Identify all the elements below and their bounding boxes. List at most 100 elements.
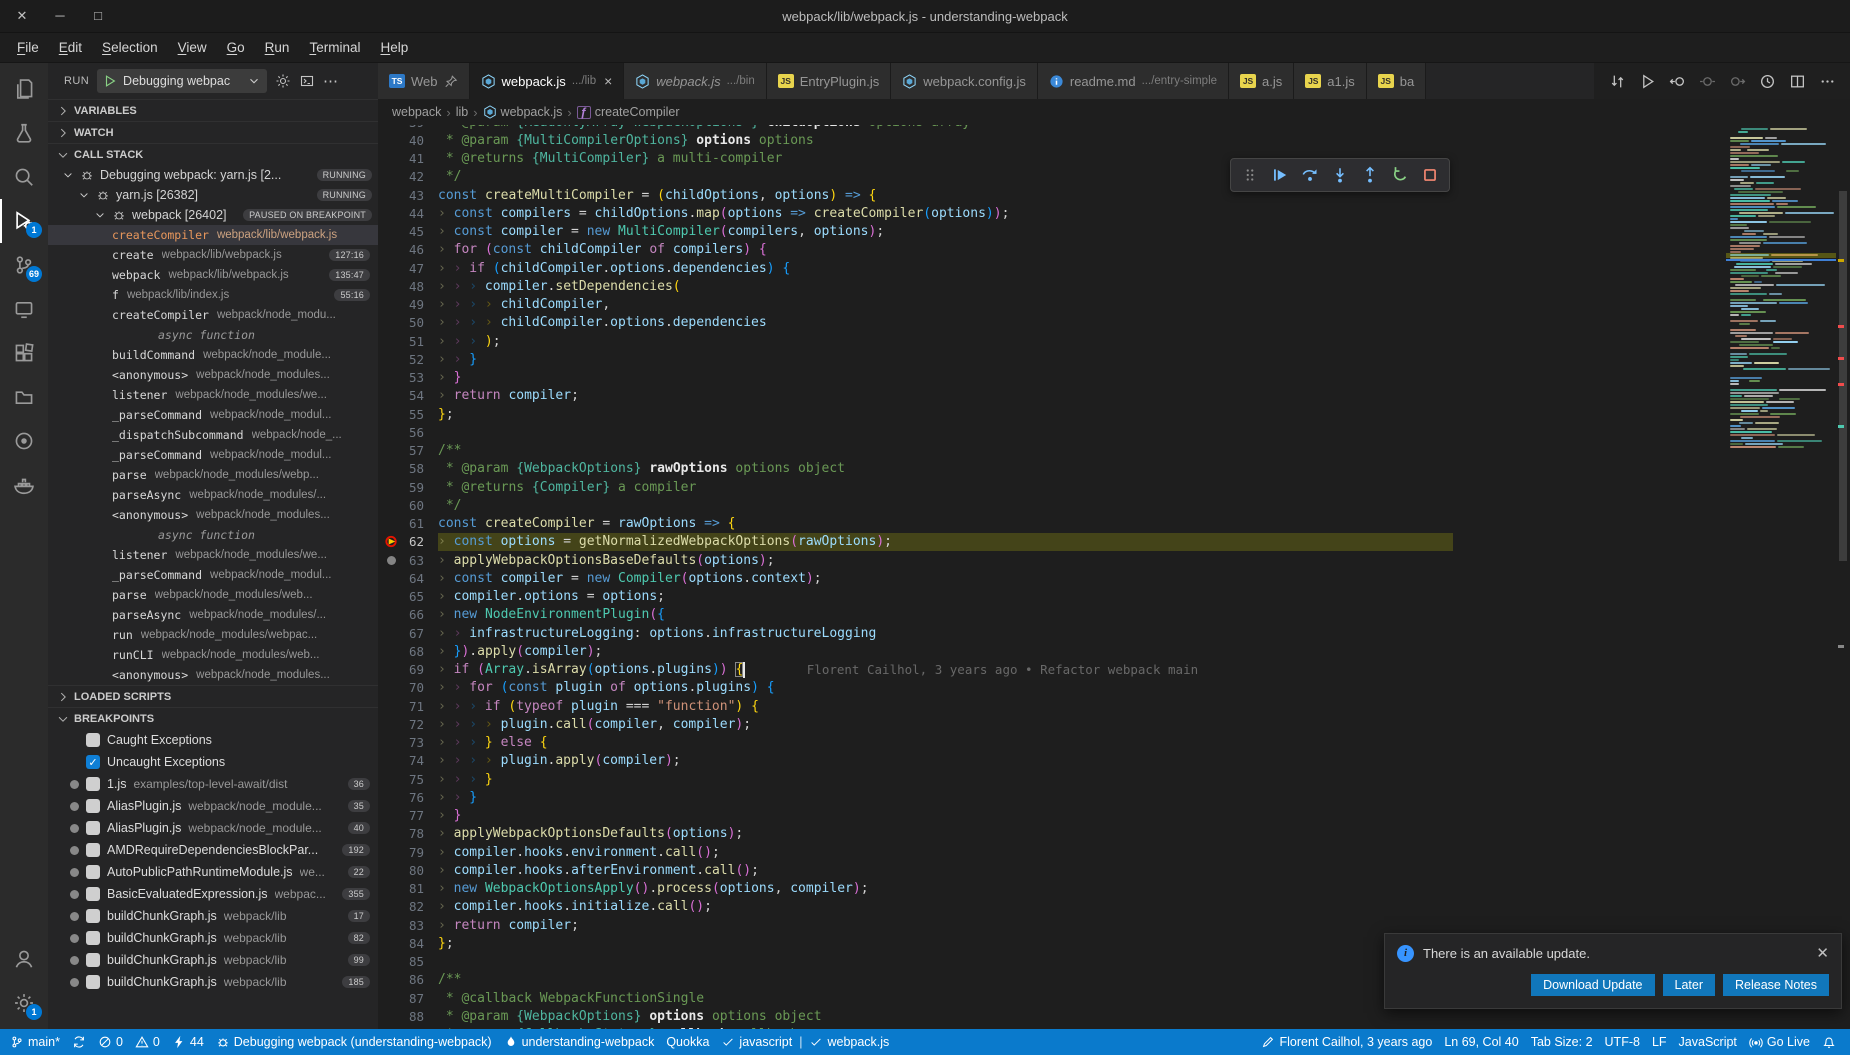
encoding-status[interactable]: UTF-8 (1599, 1029, 1646, 1055)
code-line[interactable]: 64›const compiler = new Compiler(options… (378, 569, 1726, 587)
menu-file[interactable]: File (8, 37, 48, 58)
stack-frame-row[interactable]: parsewebpack/node_modules/web... (48, 585, 378, 605)
stack-frame-row[interactable]: _parseCommandwebpack/node_modul... (48, 565, 378, 585)
activity-docker-icon[interactable] (0, 463, 48, 507)
sync-status[interactable] (66, 1029, 92, 1055)
code-line[interactable]: 78›applyWebpackOptionsDefaults(options); (378, 825, 1726, 843)
stack-frame-row[interactable]: _parseCommandwebpack/node_modul... (48, 405, 378, 425)
breadcrumb-item[interactable]: ƒcreateCompiler (577, 105, 680, 119)
debug-session-row[interactable]: yarn.js [26382]RUNNING (48, 185, 378, 205)
close-icon[interactable]: ✕ (1816, 944, 1829, 962)
code-line[interactable]: 81›new WebpackOptionsApply().process(opt… (378, 880, 1726, 898)
step-into-icon[interactable] (1325, 161, 1355, 189)
timeline-icon[interactable] (1754, 68, 1780, 94)
code-line[interactable]: 88 * @param {WebpackOptions} options opt… (378, 1007, 1726, 1025)
breakpoint-hit-icon[interactable] (378, 534, 404, 549)
code-line[interactable]: 77›} (378, 807, 1726, 825)
debug-session-row[interactable]: Debugging webpack: yarn.js [2...RUNNING (48, 165, 378, 185)
stack-frame-row[interactable]: parseAsyncwebpack/node_modules/... (48, 605, 378, 625)
code-line[interactable]: 89 * @param {Callback<Stats>=} callback … (378, 1026, 1726, 1030)
code-line[interactable]: 42 */ (378, 168, 1726, 186)
code-line[interactable]: 49››››childCompiler, (378, 296, 1726, 314)
code-line[interactable]: 68›}).apply(compiler); (378, 642, 1726, 660)
code-line[interactable]: 59 * @returns {Compiler} a compiler (378, 478, 1726, 496)
code-line[interactable]: 46›for (const childCompiler of compilers… (378, 241, 1726, 259)
code-line[interactable]: 65›compiler.options = options; (378, 588, 1726, 606)
section-breakpoints[interactable]: BREAKPOINTS (48, 707, 378, 729)
git-branch-status[interactable]: main* (4, 1029, 66, 1055)
git-blame-status[interactable]: Florent Cailhol, 3 years ago (1255, 1029, 1438, 1055)
go-live-button[interactable]: Go Live (1743, 1029, 1816, 1055)
gear-icon[interactable] (275, 73, 291, 89)
exception-breakpoint-row[interactable]: ✓Uncaught Exceptions (48, 751, 378, 773)
section-call-stack[interactable]: CALL STACK (48, 143, 378, 165)
checkbox[interactable] (86, 843, 100, 857)
code-line[interactable]: 69›if (Array.isArray(options.plugins)) {… (378, 661, 1726, 679)
step-out-icon[interactable] (1355, 161, 1385, 189)
indentation-status[interactable]: Tab Size: 2 (1525, 1029, 1599, 1055)
cursor-position[interactable]: Ln 69, Col 40 (1438, 1029, 1524, 1055)
code-line[interactable]: 48›››compiler.setDependencies( (378, 277, 1726, 295)
chevron-down-icon[interactable] (78, 189, 90, 201)
debug-session-status[interactable]: Debugging webpack (understanding-webpack… (210, 1029, 498, 1055)
activity-quokka-icon[interactable] (0, 419, 48, 463)
code-line[interactable]: 72››››plugin.call(compiler, compiler); (378, 715, 1726, 733)
code-line[interactable]: 70››for (const plugin of options.plugins… (378, 679, 1726, 697)
code-line[interactable]: 74››››plugin.apply(compiler); (378, 752, 1726, 770)
continue-icon[interactable] (1265, 161, 1295, 189)
stack-frame-row[interactable]: runwebpack/node_modules/webpac... (48, 625, 378, 645)
activity-search-icon[interactable] (0, 155, 48, 199)
breakpoint-row[interactable]: AliasPlugin.jswebpack/node_module...40 (48, 817, 378, 839)
checkbox[interactable] (86, 975, 100, 989)
breadcrumb-item[interactable]: lib (456, 105, 469, 119)
checkbox[interactable] (86, 733, 100, 747)
code-line[interactable]: 45›const compiler = new MultiCompiler(co… (378, 223, 1726, 241)
section-variables[interactable]: VARIABLES (48, 99, 378, 121)
stack-frame-row[interactable]: <anonymous>webpack/node_modules... (48, 505, 378, 525)
menu-selection[interactable]: Selection (93, 37, 167, 58)
code-line[interactable]: 67››infrastructureLogging: options.infra… (378, 624, 1726, 642)
pin-icon[interactable] (444, 74, 458, 88)
download-update-button[interactable]: Download Update (1531, 974, 1654, 996)
code-line[interactable]: 73›››} else { (378, 734, 1726, 752)
tab-webpack-js[interactable]: webpack.js.../lib× (470, 63, 625, 99)
chevron-down-icon[interactable] (62, 169, 74, 181)
activity-run-debug-icon[interactable]: 1 (0, 199, 48, 243)
breakpoint-row[interactable]: buildChunkGraph.jswebpack/lib17 (48, 905, 378, 927)
code-line[interactable]: 40 * @param {MultiCompilerOptions} optio… (378, 131, 1726, 149)
code-line[interactable]: 75›››} (378, 770, 1726, 788)
checkbox[interactable] (86, 909, 100, 923)
code-line[interactable]: 56 (378, 423, 1726, 441)
checkbox[interactable] (86, 887, 100, 901)
code-line[interactable]: 80›compiler.hooks.afterEnvironment.call(… (378, 861, 1726, 879)
tab-ba[interactable]: JSba (1367, 63, 1426, 99)
menu-go[interactable]: Go (218, 37, 254, 58)
code-line[interactable]: 63›applyWebpackOptionsBaseDefaults(optio… (378, 551, 1726, 569)
tab-readme-md[interactable]: readme.md.../entry-simple (1038, 63, 1229, 99)
breakpoint-row[interactable]: buildChunkGraph.jswebpack/lib82 (48, 927, 378, 949)
step-back-icon[interactable] (1664, 68, 1690, 94)
code-editor[interactable]: 39 * @param {ReadonlyArray<WebpackOption… (378, 125, 1850, 1029)
tab-a-js[interactable]: JSa.js (1229, 63, 1294, 99)
menu-run[interactable]: Run (256, 37, 299, 58)
port-count[interactable]: 44 (166, 1029, 210, 1055)
stack-frame-row[interactable]: parsewebpack/node_modules/webp... (48, 465, 378, 485)
activity-extensions-icon[interactable] (0, 331, 48, 375)
breakpoint-row[interactable]: AMDRequireDependenciesBlockPar...192 (48, 839, 378, 861)
language-mode[interactable]: JavaScript (1673, 1029, 1743, 1055)
stack-frame-row[interactable]: _parseCommandwebpack/node_modul... (48, 445, 378, 465)
run-icon[interactable] (1634, 68, 1660, 94)
stack-frame-row[interactable]: listenerwebpack/node_modules/we... (48, 385, 378, 405)
code-line[interactable]: 52››} (378, 350, 1726, 368)
tab-webpack-js[interactable]: webpack.js.../bin (624, 63, 766, 99)
stack-frame-row[interactable]: fwebpack/lib/index.js55:16 (48, 285, 378, 305)
code-line[interactable]: 58 * @param {WebpackOptions} rawOptions … (378, 460, 1726, 478)
reverse-continue-icon[interactable] (1694, 68, 1720, 94)
code-line[interactable]: 41 * @returns {MultiCompiler} a multi-co… (378, 150, 1726, 168)
activity-testing-icon[interactable] (0, 111, 48, 155)
warning-count[interactable]: 0 (129, 1029, 166, 1055)
code-line[interactable]: 79›compiler.hooks.environment.call(); (378, 843, 1726, 861)
code-line[interactable]: 71›››if (typeof plugin === "function") { (378, 697, 1726, 715)
stack-frame-row[interactable]: parseAsyncwebpack/node_modules/... (48, 485, 378, 505)
stack-frame-row[interactable]: <anonymous>webpack/node_modules... (48, 665, 378, 685)
